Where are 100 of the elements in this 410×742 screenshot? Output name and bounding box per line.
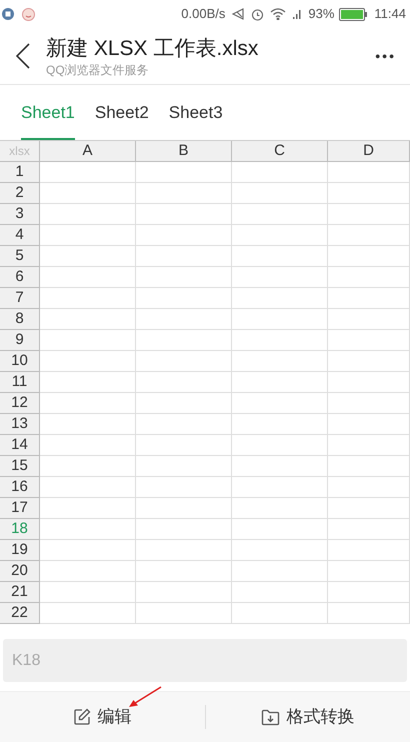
sheet-cell[interactable]: [40, 456, 136, 477]
sheet-cell[interactable]: [232, 477, 328, 498]
sheet-cell[interactable]: [232, 540, 328, 561]
sheet-cell[interactable]: [232, 288, 328, 309]
edit-button[interactable]: 编辑: [73, 704, 132, 730]
row-header[interactable]: 9: [0, 330, 40, 351]
sheet-cell[interactable]: [232, 372, 328, 393]
row-header[interactable]: 7: [0, 288, 40, 309]
sheet-cell[interactable]: [40, 309, 136, 330]
sheet-cell[interactable]: [136, 330, 232, 351]
sheet-cell[interactable]: [328, 540, 410, 561]
sheet-cell[interactable]: [136, 519, 232, 540]
sheet-cell[interactable]: [328, 498, 410, 519]
sheet-cell[interactable]: [328, 183, 410, 204]
sheet-cell[interactable]: [232, 183, 328, 204]
cell-input-field[interactable]: K18: [3, 639, 407, 682]
sheet-cell[interactable]: [136, 288, 232, 309]
sheet-cell[interactable]: [328, 582, 410, 603]
sheet-cell[interactable]: [232, 267, 328, 288]
sheet-cell[interactable]: [136, 435, 232, 456]
row-header[interactable]: 2: [0, 183, 40, 204]
row-header[interactable]: 4: [0, 225, 40, 246]
sheet-cell[interactable]: [40, 204, 136, 225]
row-header[interactable]: 11: [0, 372, 40, 393]
sheet-tab[interactable]: Sheet2: [94, 85, 149, 140]
column-header[interactable]: D: [328, 141, 410, 162]
sheet-cell[interactable]: [40, 162, 136, 183]
row-header[interactable]: 12: [0, 393, 40, 414]
sheet-cell[interactable]: [328, 351, 410, 372]
convert-button[interactable]: 格式转换: [261, 704, 354, 730]
sheet-cell[interactable]: [40, 330, 136, 351]
row-header[interactable]: 14: [0, 435, 40, 456]
sheet-cell[interactable]: [40, 414, 136, 435]
sheet-cell[interactable]: [328, 246, 410, 267]
sheet-cell[interactable]: [136, 582, 232, 603]
sheet-cell[interactable]: [232, 204, 328, 225]
row-header[interactable]: 5: [0, 246, 40, 267]
sheet-cell[interactable]: [328, 456, 410, 477]
sheet-cell[interactable]: [136, 561, 232, 582]
sheet-cell[interactable]: [232, 435, 328, 456]
more-button[interactable]: •••: [375, 46, 396, 66]
sheet-tab[interactable]: Sheet3: [168, 85, 223, 140]
sheet-cell[interactable]: [40, 267, 136, 288]
row-header[interactable]: 10: [0, 351, 40, 372]
row-header[interactable]: 16: [0, 477, 40, 498]
sheet-cell[interactable]: [40, 561, 136, 582]
sheet-cell[interactable]: [328, 414, 410, 435]
sheet-cell[interactable]: [328, 267, 410, 288]
row-header[interactable]: 6: [0, 267, 40, 288]
sheet-cell[interactable]: [136, 540, 232, 561]
sheet-cell[interactable]: [328, 603, 410, 624]
sheet-cell[interactable]: [328, 435, 410, 456]
sheet-cell[interactable]: [328, 330, 410, 351]
sheet-cell[interactable]: [136, 603, 232, 624]
sheet-cell[interactable]: [328, 309, 410, 330]
sheet-cell[interactable]: [328, 477, 410, 498]
sheet-cell[interactable]: [328, 561, 410, 582]
sheet-cell[interactable]: [136, 393, 232, 414]
sheet-cell[interactable]: [40, 603, 136, 624]
sheet-cell[interactable]: [232, 498, 328, 519]
row-header[interactable]: 20: [0, 561, 40, 582]
row-header[interactable]: 19: [0, 540, 40, 561]
sheet-cell[interactable]: [136, 225, 232, 246]
sheet-cell[interactable]: [136, 477, 232, 498]
sheet-cell[interactable]: [40, 372, 136, 393]
sheet-cell[interactable]: [328, 288, 410, 309]
sheet-cell[interactable]: [232, 309, 328, 330]
sheet-cell[interactable]: [136, 183, 232, 204]
column-header[interactable]: B: [136, 141, 232, 162]
sheet-cell[interactable]: [232, 582, 328, 603]
row-header[interactable]: 1: [0, 162, 40, 183]
sheet-cell[interactable]: [40, 540, 136, 561]
sheet-cell[interactable]: [328, 372, 410, 393]
sheet-cell[interactable]: [328, 204, 410, 225]
row-header[interactable]: 13: [0, 414, 40, 435]
sheet-cell[interactable]: [136, 351, 232, 372]
row-header[interactable]: 21: [0, 582, 40, 603]
sheet-cell[interactable]: [136, 246, 232, 267]
sheet-cell[interactable]: [232, 393, 328, 414]
sheet-cell[interactable]: [40, 582, 136, 603]
row-header[interactable]: 17: [0, 498, 40, 519]
sheet-cell[interactable]: [232, 351, 328, 372]
row-header[interactable]: 22: [0, 603, 40, 624]
sheet-cell[interactable]: [232, 246, 328, 267]
sheet-cell[interactable]: [232, 519, 328, 540]
sheet-cell[interactable]: [136, 414, 232, 435]
sheet-cell[interactable]: [136, 372, 232, 393]
sheet-cell[interactable]: [136, 498, 232, 519]
sheet-cell[interactable]: [40, 351, 136, 372]
sheet-cell[interactable]: [40, 288, 136, 309]
sheet-cell[interactable]: [328, 519, 410, 540]
sheet-cell[interactable]: [40, 393, 136, 414]
column-header[interactable]: C: [232, 141, 328, 162]
sheet-cell[interactable]: [136, 162, 232, 183]
sheet-cell[interactable]: [40, 183, 136, 204]
sheet-cell[interactable]: [136, 204, 232, 225]
sheet-cell[interactable]: [40, 435, 136, 456]
sheet-cell[interactable]: [232, 414, 328, 435]
sheet-cell[interactable]: [40, 477, 136, 498]
sheet-cell[interactable]: [40, 519, 136, 540]
